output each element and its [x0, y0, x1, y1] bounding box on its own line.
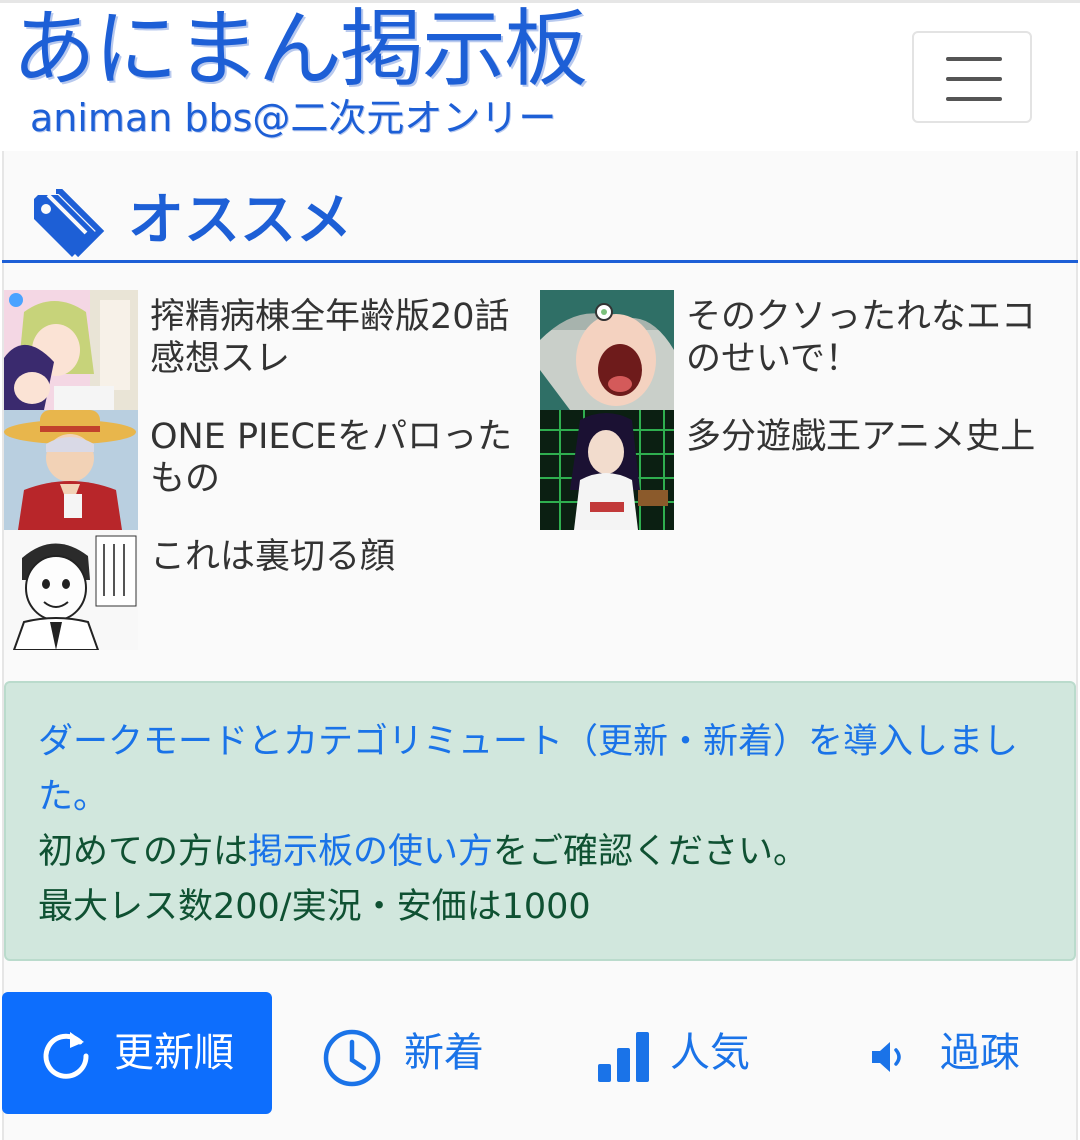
tab-label: 過疎: [940, 1030, 1020, 1076]
tab-label: 新着: [404, 1030, 484, 1076]
clock-icon: [323, 1029, 381, 1087]
recommend-title[interactable]: 搾精病棟全年齢版20話感想スレ: [150, 296, 530, 380]
sort-tabs: 更新順 新着 人気 過疎: [0, 990, 1080, 1116]
refresh-icon: [43, 1032, 89, 1079]
recommend-item[interactable]: これは裏切る顔: [4, 530, 534, 650]
usage-guide-link[interactable]: 掲示板の使い方: [248, 832, 493, 872]
site-logo-subtitle[interactable]: animan bbs@二次元オンリー: [30, 95, 556, 141]
tab-inactive[interactable]: 過疎: [860, 992, 1060, 1114]
recommend-title[interactable]: 多分遊戯王アニメ史上: [686, 416, 1066, 458]
tab-label: 更新順: [114, 1030, 234, 1076]
recommend-item[interactable]: そのクソったれなエコのせいで！: [540, 290, 1070, 410]
thumbnail-image: [540, 410, 674, 530]
dark-mode-announcement-link[interactable]: ダークモードとカテゴリミュート（更新・新着）を導入しました。: [38, 722, 1018, 817]
recommend-item[interactable]: 搾精病棟全年齢版20話感想スレ: [4, 290, 534, 410]
bar-chart-icon: [598, 1032, 649, 1082]
recommend-title[interactable]: ONE PIECEをパロったもの: [150, 416, 530, 500]
thumbnail-image: [4, 290, 138, 410]
notice-line-announcement: ダークモードとカテゴリミュート（更新・新着）を導入しました。: [38, 715, 1044, 825]
section-title: オススメ: [128, 188, 352, 253]
notice-text: 初めての方は: [38, 832, 249, 872]
recommend-item[interactable]: ONE PIECEをパロったもの: [4, 410, 534, 530]
recommend-title[interactable]: これは裏切る顔: [150, 536, 530, 578]
notice-line-guide: 初めての方は掲示板の使い方をご確認ください。: [38, 825, 1044, 880]
thumbnail-image: [540, 290, 674, 410]
speaker-icon: [872, 1042, 901, 1072]
recommend-item[interactable]: 多分遊戯王アニメ史上: [540, 410, 1070, 530]
notice-alert: ダークモードとカテゴリミュート（更新・新着）を導入しました。 初めての方は掲示板…: [4, 681, 1076, 961]
tab-updated[interactable]: 更新順: [2, 992, 272, 1114]
tab-new[interactable]: 新着: [300, 992, 520, 1114]
site-header: あにまん掲示板 animan bbs@二次元オンリー: [0, 0, 1080, 151]
site-logo[interactable]: あにまん掲示板: [12, 0, 588, 99]
notice-text: をご確認ください。: [493, 832, 809, 872]
tab-label: 人気: [670, 1030, 750, 1076]
thumbnail-image: [4, 410, 138, 530]
thumbnail-image: [4, 530, 138, 650]
recommend-title[interactable]: そのクソったれなエコのせいで！: [686, 296, 1066, 380]
menu-toggle-button[interactable]: [912, 31, 1032, 123]
tab-popular[interactable]: 人気: [580, 992, 800, 1114]
notice-line-limits: 最大レス数200/実況・安価は1000: [38, 887, 591, 927]
tag-icon: [34, 189, 105, 258]
